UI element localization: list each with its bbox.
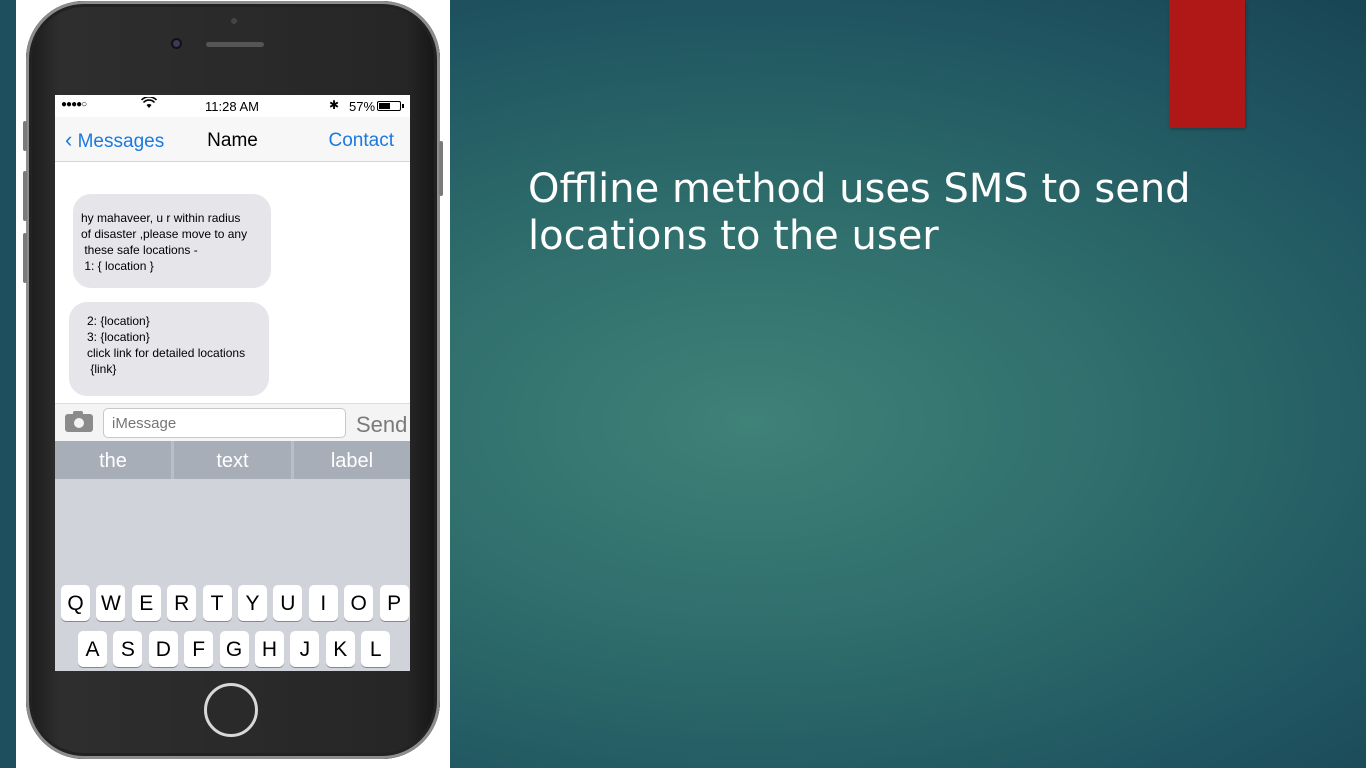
- camera-icon[interactable]: [65, 411, 93, 432]
- message-bubble: 2: {location} 3: {location} click link f…: [69, 302, 269, 396]
- key-t[interactable]: T: [202, 585, 232, 621]
- phone-screen: ●●●●○ 11:28 AM ✱ 57% ‹ Messages Name Con…: [55, 95, 410, 671]
- key-i[interactable]: I: [308, 585, 338, 621]
- key-r[interactable]: R: [167, 585, 197, 621]
- key-u[interactable]: U: [273, 585, 303, 621]
- key-g[interactable]: G: [219, 631, 249, 667]
- send-button[interactable]: Send: [356, 412, 407, 438]
- key-p[interactable]: P: [379, 585, 409, 621]
- battery-percent: 57%: [349, 99, 376, 114]
- suggestion-bar: the text label: [55, 441, 410, 479]
- suggestion-item[interactable]: the: [55, 441, 171, 479]
- nav-bar: ‹ Messages Name Contact: [55, 117, 410, 162]
- front-camera-icon: [171, 38, 182, 49]
- key-y[interactable]: Y: [238, 585, 267, 621]
- suggestion-item[interactable]: label: [294, 441, 410, 479]
- key-a[interactable]: A: [78, 631, 107, 667]
- power-button: [439, 141, 443, 196]
- sensor-dot: [231, 18, 237, 24]
- wifi-icon: [140, 96, 158, 112]
- suggestion-item[interactable]: text: [174, 441, 291, 479]
- signal-icon: ●●●●○: [61, 99, 87, 110]
- volume-up-button: [23, 171, 27, 221]
- status-time: 11:28 AM: [205, 99, 259, 114]
- key-h[interactable]: H: [255, 631, 284, 667]
- message-input[interactable]: [103, 408, 346, 438]
- key-d[interactable]: D: [148, 631, 178, 667]
- mute-switch: [23, 121, 27, 151]
- message-bubble: hy mahaveer, u r within radius of disast…: [73, 194, 271, 288]
- keyboard: the text label QWERTYUIOPASDFGHJKLZXCVBN…: [55, 441, 410, 671]
- contact-button[interactable]: Contact: [329, 130, 394, 152]
- left-edge-strip: [0, 0, 16, 768]
- key-l[interactable]: L: [361, 631, 391, 667]
- phone-mockup: ●●●●○ 11:28 AM ✱ 57% ‹ Messages Name Con…: [23, 1, 443, 759]
- bluetooth-icon: ✱: [329, 98, 340, 112]
- key-q[interactable]: Q: [61, 585, 90, 621]
- earpiece-speaker: [206, 42, 264, 47]
- key-f[interactable]: F: [184, 631, 214, 667]
- battery-fill: [379, 103, 390, 109]
- key-j[interactable]: J: [290, 631, 320, 667]
- message-list: hy mahaveer, u r within radius of disast…: [55, 162, 410, 402]
- status-bar: ●●●●○ 11:28 AM ✱ 57%: [55, 95, 410, 117]
- compose-bar: Send: [55, 403, 410, 442]
- home-button[interactable]: [204, 683, 258, 737]
- key-e[interactable]: E: [131, 585, 161, 621]
- slide-body-text: Offline method uses SMS to send location…: [528, 166, 1191, 259]
- key-s[interactable]: S: [113, 631, 143, 667]
- key-o[interactable]: O: [344, 585, 374, 621]
- key-k[interactable]: K: [325, 631, 355, 667]
- volume-down-button: [23, 233, 27, 283]
- key-w[interactable]: W: [96, 585, 126, 621]
- red-accent-bar: [1169, 0, 1245, 128]
- battery-icon: [377, 101, 404, 111]
